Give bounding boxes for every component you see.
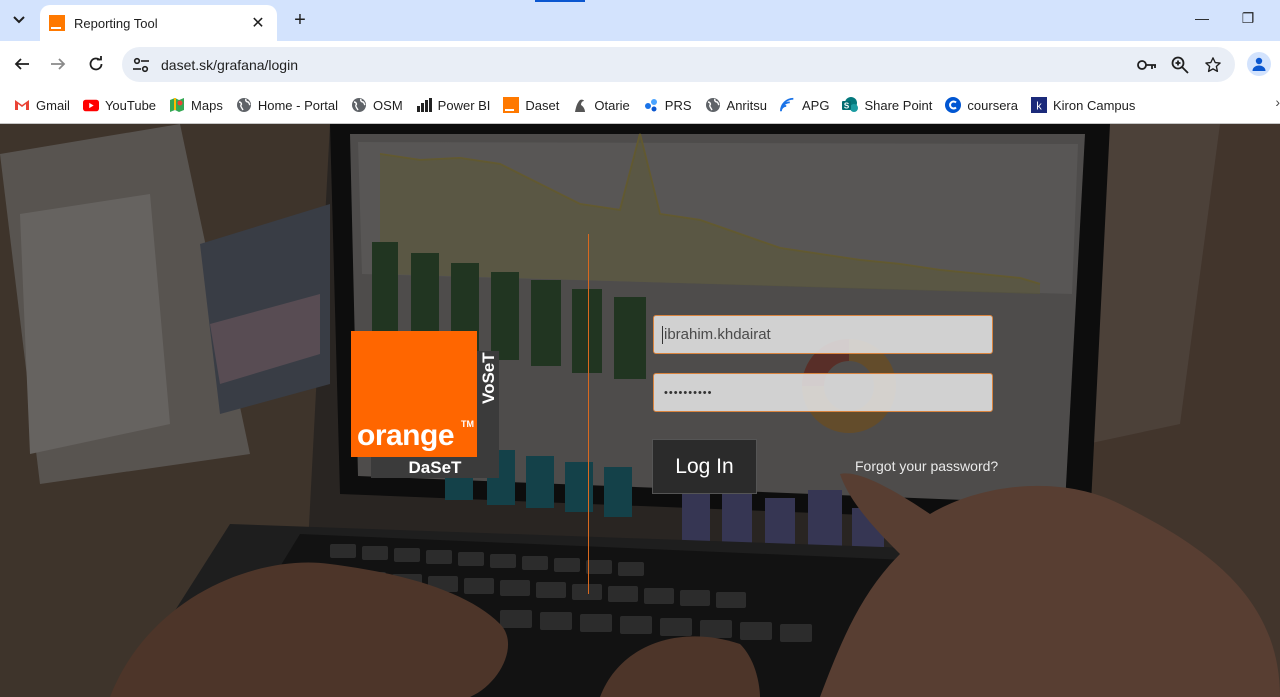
new-tab-button[interactable]: + bbox=[289, 9, 311, 31]
back-button[interactable] bbox=[10, 52, 34, 76]
svg-text:k: k bbox=[1036, 101, 1042, 113]
minimize-button[interactable]: — bbox=[1192, 10, 1212, 26]
bookmark-home-portal[interactable]: Home - Portal bbox=[232, 92, 342, 118]
kiron-icon: k bbox=[1030, 97, 1047, 113]
chevron-down-icon bbox=[13, 16, 25, 24]
key-icon[interactable] bbox=[1136, 54, 1158, 76]
login-button[interactable]: Log In bbox=[652, 439, 757, 494]
powerbi-icon bbox=[416, 97, 432, 113]
close-tab-icon[interactable]: ✕ bbox=[249, 13, 267, 33]
login-page: orange TM VoSeT DaSeT ibrahim.khdairat •… bbox=[0, 124, 1280, 697]
bookmark-label: Home - Portal bbox=[257, 97, 339, 113]
logo-word: orange bbox=[357, 419, 455, 452]
bookmark-otarie[interactable]: Otarie bbox=[568, 92, 633, 118]
arrow-right-icon bbox=[51, 58, 66, 70]
bookmark-label: YouTube bbox=[104, 97, 157, 113]
background-image bbox=[0, 124, 1280, 697]
prs-icon bbox=[643, 97, 659, 113]
address-bar[interactable]: daset.sk/grafana/login bbox=[122, 47, 1235, 82]
password-input[interactable]: •••••••••• bbox=[653, 373, 993, 412]
globe-icon bbox=[236, 97, 252, 113]
profile-avatar[interactable] bbox=[1247, 52, 1271, 76]
sharepoint-icon: S bbox=[842, 97, 859, 113]
bookmark-share-point[interactable]: S Share Point bbox=[838, 92, 936, 118]
arrow-left-icon bbox=[14, 58, 29, 70]
url-text[interactable]: daset.sk/grafana/login bbox=[161, 57, 1136, 73]
tab-indicator bbox=[535, 0, 585, 2]
forward-button[interactable] bbox=[46, 52, 70, 76]
bookmark-label: OSM bbox=[373, 97, 403, 113]
zoom-icon[interactable] bbox=[1169, 54, 1191, 76]
person-icon bbox=[1252, 57, 1266, 71]
bookmark-maps[interactable]: Maps bbox=[165, 92, 227, 118]
site-info-icon[interactable] bbox=[132, 57, 150, 73]
browser-toolbar: daset.sk/grafana/login bbox=[0, 41, 1280, 87]
star-icon[interactable] bbox=[1202, 54, 1224, 76]
svg-text:S: S bbox=[844, 102, 850, 111]
bookmark-coursera[interactable]: coursera bbox=[941, 92, 1022, 118]
bookmark-label: Otarie bbox=[594, 97, 630, 113]
bookmark-label: Anritsu bbox=[726, 97, 767, 113]
bookmark-power-bi[interactable]: Power BI bbox=[412, 92, 495, 118]
otarie-icon bbox=[572, 97, 588, 113]
bookmark-prs[interactable]: PRS bbox=[639, 92, 696, 118]
gmail-icon bbox=[14, 97, 30, 113]
bookmark-label: Gmail bbox=[36, 97, 70, 113]
globe-icon bbox=[705, 97, 721, 113]
bookmark-osm[interactable]: OSM bbox=[347, 92, 407, 118]
tab-search-button[interactable] bbox=[7, 8, 31, 32]
vertical-divider bbox=[588, 234, 589, 594]
orange-favicon-icon bbox=[49, 15, 65, 31]
youtube-icon bbox=[82, 97, 99, 113]
forgot-password-link[interactable]: Forgot your password? bbox=[855, 458, 998, 474]
tab-strip: Reporting Tool ✕ + — ❐ bbox=[0, 0, 1280, 41]
bookmark-gmail[interactable]: Gmail bbox=[10, 92, 74, 118]
bookmark-apg[interactable]: APG bbox=[776, 92, 833, 118]
bookmark-kiron-campus[interactable]: k Kiron Campus bbox=[1027, 92, 1139, 118]
restore-button[interactable]: ❐ bbox=[1238, 10, 1258, 27]
bookmark-label: coursera bbox=[967, 97, 1018, 113]
logo-daset-text: DaSeT bbox=[371, 457, 499, 478]
coursera-icon bbox=[945, 97, 962, 113]
more-bookmarks-icon[interactable]: › bbox=[1275, 94, 1280, 110]
logo-trademark: TM bbox=[461, 419, 474, 429]
bookmark-label: Share Point bbox=[864, 97, 933, 113]
bookmark-youtube[interactable]: YouTube bbox=[79, 92, 160, 118]
tab-title: Reporting Tool bbox=[74, 15, 158, 31]
bookmark-label: Power BI bbox=[437, 97, 491, 113]
bookmarks-bar: Gmail YouTube Maps Home - Portal OSM Pow… bbox=[0, 87, 1280, 124]
bookmark-label: Maps bbox=[191, 97, 223, 113]
maps-icon bbox=[169, 97, 185, 113]
logo-voset-text: VoSeT bbox=[479, 352, 498, 404]
bookmark-label: Kiron Campus bbox=[1052, 97, 1136, 113]
bookmark-daset[interactable]: Daset bbox=[499, 92, 563, 118]
orange-daset-logo: orange TM VoSeT DaSeT bbox=[351, 331, 499, 478]
reload-icon bbox=[89, 56, 103, 71]
bookmark-anritsu[interactable]: Anritsu bbox=[701, 92, 771, 118]
reload-button[interactable] bbox=[84, 52, 108, 76]
bookmark-label: APG bbox=[802, 97, 830, 113]
username-value: ibrahim.khdairat bbox=[664, 326, 771, 343]
text-caret bbox=[662, 325, 663, 344]
bookmark-label: PRS bbox=[664, 97, 692, 113]
password-value: •••••••••• bbox=[664, 386, 713, 399]
username-input[interactable]: ibrahim.khdairat bbox=[653, 315, 993, 354]
apg-icon bbox=[780, 97, 796, 113]
orange-icon bbox=[503, 97, 520, 113]
bookmark-label: Daset bbox=[525, 97, 560, 113]
globe-icon bbox=[351, 97, 367, 113]
tab-reporting-tool[interactable]: Reporting Tool ✕ bbox=[40, 5, 277, 41]
